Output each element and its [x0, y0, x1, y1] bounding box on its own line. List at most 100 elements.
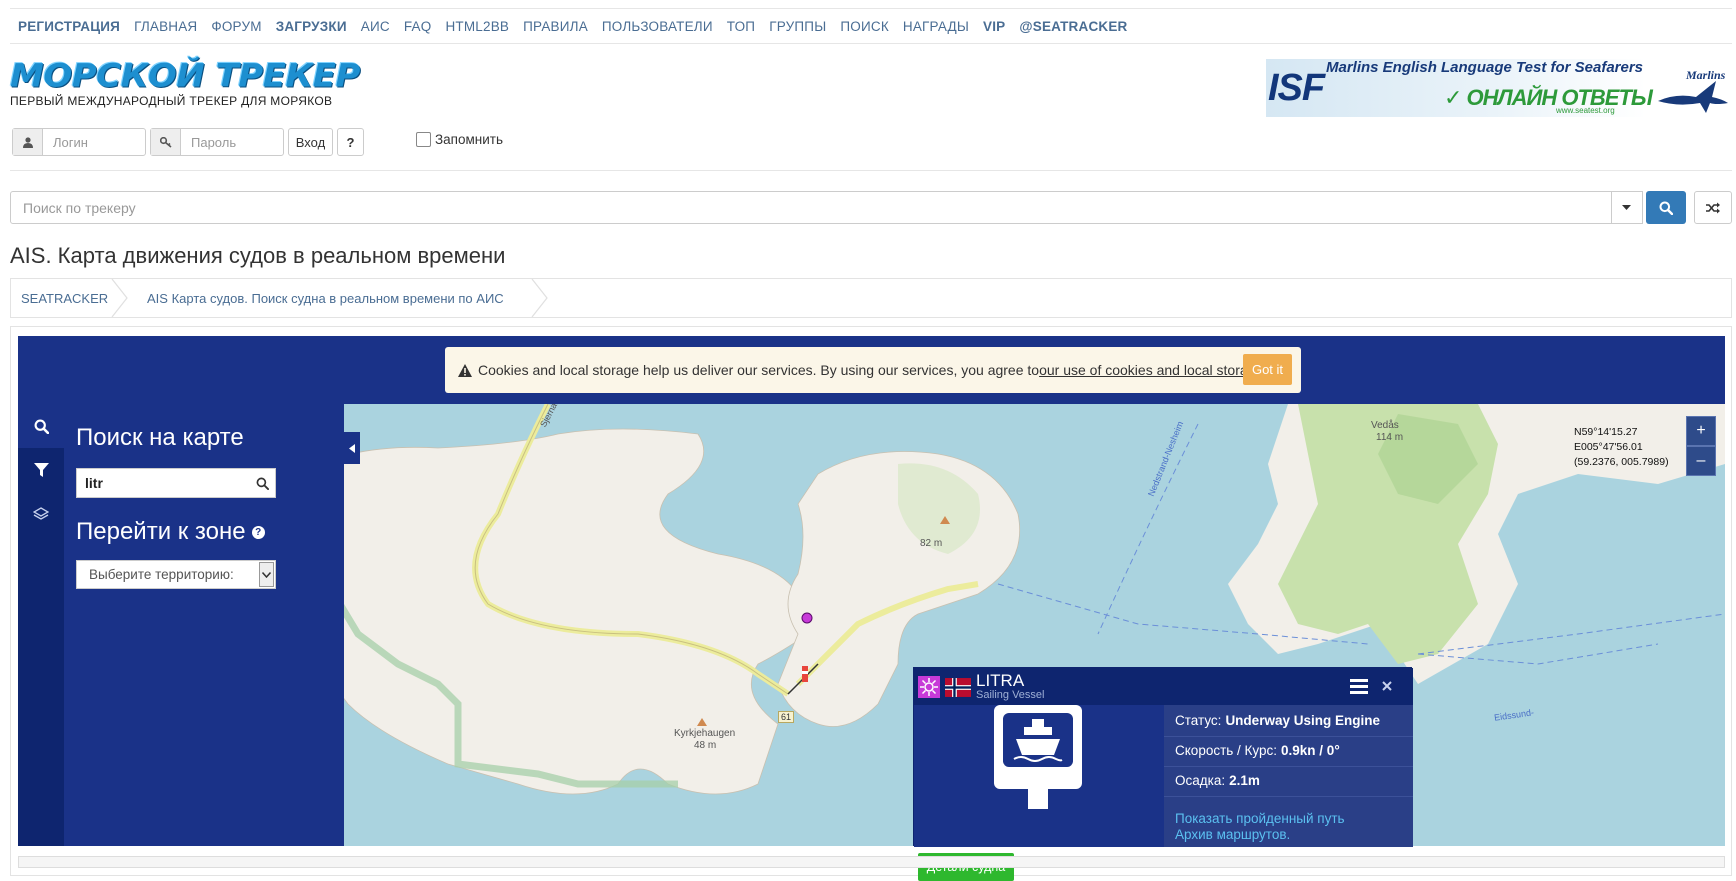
sidebar-tab-filter[interactable]: [18, 448, 64, 492]
help-circle-icon[interactable]: ?: [251, 525, 265, 539]
norway-flag-icon: [945, 678, 971, 697]
login-group: [12, 128, 146, 156]
nav-link-0[interactable]: РЕГИСТРАЦИЯ: [18, 19, 120, 34]
map-label-kyrkjehaugen: Kyrkjehaugen: [674, 728, 736, 739]
zone-title-wrap: Перейти к зоне ?: [76, 518, 265, 546]
nav-link-4[interactable]: АИС: [361, 19, 390, 34]
key-icon: [151, 129, 181, 155]
banner-marlins-text: Marlins: [1685, 68, 1726, 82]
login-input[interactable]: [43, 129, 145, 155]
breadcrumb-item-home[interactable]: SEATRACKER: [21, 279, 108, 317]
sidebar-collapse-button[interactable]: [344, 432, 360, 464]
nav-link-8[interactable]: ПОЛЬЗОВАТЕЛИ: [602, 19, 713, 34]
warning-icon: [458, 363, 472, 377]
nav-link-1[interactable]: ГЛАВНАЯ: [134, 19, 197, 34]
vessel-popup: LITRA Sailing Vessel Детали судна Статус…: [913, 667, 1413, 881]
vessel-speed-value: 0.9kn / 0°: [1281, 743, 1340, 758]
search-icon: [1659, 201, 1673, 215]
caret-down-icon: [1622, 204, 1631, 210]
nav-link-3[interactable]: ЗАГРУЗКИ: [276, 19, 347, 34]
remember-label: Запомнить: [435, 132, 503, 147]
top-navigation: РЕГИСТРАЦИЯ ГЛАВНАЯ ФОРУМ ЗАГРУЗКИ АИС FAQ HTM…: [10, 8, 1732, 44]
search-icon: [34, 419, 49, 434]
nav-link-13[interactable]: VIP: [983, 19, 1005, 34]
search-dropdown-button[interactable]: [1611, 191, 1643, 224]
show-track-link[interactable]: Показать пройденный путь: [1175, 811, 1345, 827]
vessel-draught-value: 2.1m: [1229, 773, 1260, 788]
user-icon: [13, 129, 43, 155]
cookie-banner: Cookies and local storage help us delive…: [445, 347, 1301, 393]
page-title: AIS. Карта движения судов в реальном вре…: [10, 243, 506, 268]
map-search-title: Поиск на карте: [76, 424, 244, 451]
ship-arrow-icon: [994, 705, 1082, 809]
tracker-search-input[interactable]: Поиск по трекеру: [10, 191, 1612, 224]
nav-link-9[interactable]: ТОП: [727, 19, 755, 34]
zoom-in-button[interactable]: +: [1686, 416, 1716, 446]
cookie-got-it-button[interactable]: Got it: [1243, 354, 1292, 385]
route-archive-link[interactable]: Архив маршрутов.: [1175, 827, 1345, 843]
nav-link-5[interactable]: FAQ: [404, 19, 432, 34]
site-logo-title[interactable]: МОРСКОЙ ТРЕКЕР: [10, 57, 360, 95]
map-road-number: 61: [778, 711, 795, 723]
cookie-policy-link[interactable]: our use of cookies and local storage: [1039, 362, 1263, 378]
banner-isf-logo: ISF: [1268, 67, 1325, 109]
sidebar-tab-search[interactable]: [18, 404, 64, 448]
sidebar-tab-layers[interactable]: [18, 492, 64, 536]
vessel-status-value: Underway Using Engine: [1225, 713, 1380, 728]
layers-icon: [33, 507, 49, 520]
close-icon[interactable]: [1382, 681, 1392, 691]
remember-checkbox[interactable]: [416, 132, 431, 147]
map-label-vedas-height: 114 m: [1376, 432, 1404, 443]
nav-link-11[interactable]: ПОИСК: [840, 19, 889, 34]
login-button[interactable]: Вход: [288, 128, 333, 156]
chevron-down-icon: [259, 562, 274, 587]
vessel-status-row: Статус: Underway Using Engine: [1164, 705, 1413, 737]
coord-lat: N59°14'15.27: [1574, 426, 1638, 438]
map-label-kyrkjehaugen-height: 48 m: [694, 740, 717, 751]
map-footer-bar: [18, 856, 1725, 868]
vessel-speed-row: Скорость / Курс: 0.9kn / 0°: [1164, 735, 1413, 767]
divider: [10, 170, 1732, 171]
shuffle-button[interactable]: [1694, 191, 1732, 224]
breadcrumb-item-current[interactable]: AIS Карта судов. Поиск судна в реальном …: [147, 279, 504, 317]
vessel-status-label: Статус:: [1175, 713, 1222, 728]
map-search-input[interactable]: litr: [76, 468, 276, 498]
ad-banner[interactable]: Marlins English Language Test for Seafar…: [1266, 59, 1730, 119]
filter-icon: [33, 463, 49, 477]
login-form: Вход ? Запомнить: [10, 128, 1732, 160]
zoom-control: + –: [1686, 416, 1716, 478]
shuffle-icon: [1706, 202, 1720, 213]
sailing-vessel-type-icon: [918, 676, 940, 698]
zone-select[interactable]: Выберите территорию:: [76, 560, 276, 589]
search-icon[interactable]: [256, 477, 269, 490]
vessel-draught-label: Осадка:: [1175, 773, 1226, 788]
zone-title: Перейти к зоне: [76, 518, 246, 545]
search-submit-button[interactable]: [1646, 191, 1686, 224]
nav-link-14[interactable]: @SEATRACKER: [1019, 19, 1127, 34]
banner-title: Marlins English Language Test for Seafar…: [1326, 59, 1644, 76]
banner-site: www.seatest.org: [1556, 106, 1615, 115]
remember-checkbox-wrap[interactable]: Запомнить: [416, 132, 503, 147]
password-group: [150, 128, 284, 156]
password-input[interactable]: [181, 129, 283, 155]
map-label-peak: 82 m: [920, 538, 943, 549]
nav-link-2[interactable]: ФОРУМ: [211, 19, 261, 34]
map-sidebar-tabs: [18, 404, 64, 846]
menu-icon[interactable]: [1350, 679, 1368, 694]
nav-link-12[interactable]: НАГРАДЫ: [903, 19, 969, 34]
nav-link-7[interactable]: ПРАВИЛА: [523, 19, 588, 34]
vessel-draught-row: Осадка: 2.1m: [1164, 765, 1413, 797]
nav-link-10[interactable]: ГРУППЫ: [769, 19, 826, 34]
chevron-left-icon: [349, 443, 355, 453]
map-search-value: litr: [85, 475, 103, 491]
nav-link-6[interactable]: HTML2BB: [445, 19, 509, 34]
vessel-speed-label: Скорость / Курс:: [1175, 743, 1278, 758]
help-button[interactable]: ?: [337, 128, 364, 156]
marlins-fish-icon: Marlins: [1658, 68, 1728, 113]
vessel-type: Sailing Vessel: [976, 689, 1045, 701]
vessel-popup-header: LITRA Sailing Vessel: [914, 668, 1413, 705]
coordinate-readout: N59°14'15.27 E005°47'56.01 (59.2376, 005…: [1574, 425, 1669, 470]
zoom-out-button[interactable]: –: [1686, 446, 1716, 476]
map-label-vedas: Vedås: [1371, 420, 1399, 431]
vessel-image-area: Детали судна: [914, 705, 1164, 881]
